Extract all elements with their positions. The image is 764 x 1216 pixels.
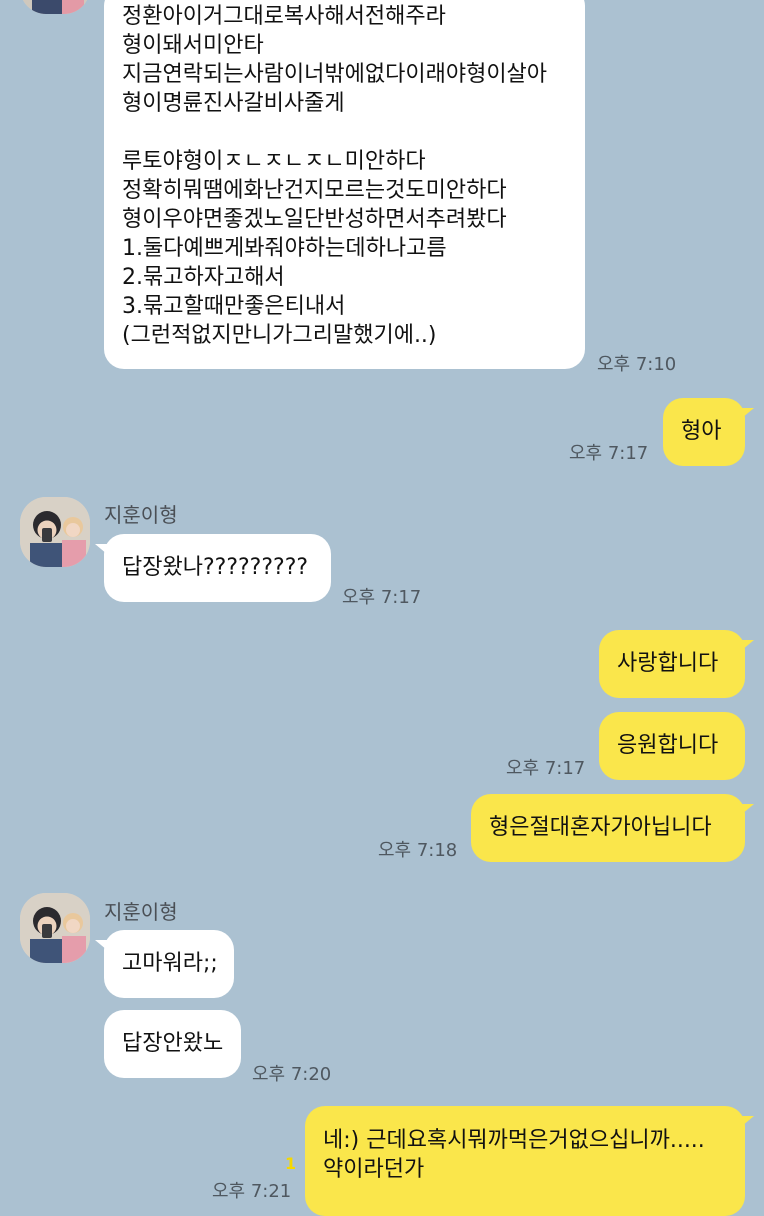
message-bubble[interactable]: 형은절대혼자가아닙니다	[471, 794, 754, 862]
sender-name: 지훈이형	[104, 503, 178, 527]
message-line: 2.묶고하자고해서	[122, 265, 285, 290]
message-time: 오후 7:20	[252, 1064, 332, 1085]
unread-count: 1	[285, 1154, 297, 1173]
message-line: 정환아이거그대로복사해서전해주라	[122, 4, 446, 29]
profile-photo-icon	[20, 497, 90, 567]
profile-photo-icon	[20, 893, 90, 963]
message-line: 3.묶고할때만좋은티내서	[122, 294, 346, 319]
avatar[interactable]	[20, 0, 90, 14]
message-bubble[interactable]: 형아	[663, 398, 754, 466]
sender-avatar[interactable]	[20, 497, 90, 567]
message-time: 오후 7:17	[506, 758, 586, 779]
message-line: (그런적없지만니가그리말했기에..)	[122, 323, 437, 348]
message-bubble[interactable]: 응원합니다	[599, 712, 745, 780]
message-text: 형은절대혼자가아닙니다	[489, 815, 712, 840]
message-bubble[interactable]: 정환아이거그대로복사해서전해주라 형이돼서미안타 지금연락되는사람이너밖에없다이…	[104, 0, 585, 369]
message-text: 응원합니다	[617, 733, 719, 758]
message-bubble[interactable]: 고마워라;;	[95, 930, 234, 998]
message-time: 오후 7:10	[597, 354, 677, 375]
message-line: 약이라던가	[323, 1157, 425, 1182]
message-line: 지금연락되는사람이너밖에없다이래야형이살아	[122, 62, 548, 87]
message-text: 형아	[681, 419, 722, 444]
message-time: 오후 7:17	[342, 587, 422, 608]
message-line: 1.둘다예쁘게봐줘야하는데하나고름	[122, 236, 447, 261]
message-line: 루토야형이ㅈㄴㅈㄴㅈㄴ미안하다	[122, 149, 426, 174]
message-bubble[interactable]: 답장안왔노	[104, 1010, 241, 1078]
message-line: 네:) 근데요혹시뭐까먹은거없으십니까.....	[323, 1128, 705, 1153]
message-bubble[interactable]: 답장왔나?????????	[95, 534, 331, 602]
message-time: 오후 7:21	[212, 1181, 292, 1202]
message-line: 형이우야면좋겠노일단반성하면서추려봤다	[122, 207, 507, 232]
message-line	[122, 118, 567, 147]
profile-photo-icon	[20, 0, 90, 14]
message-text: 사랑합니다	[617, 651, 719, 676]
message-text: 고마워라;;	[122, 951, 218, 976]
message-line: 형이돼서미안타	[122, 33, 264, 58]
message-time: 오후 7:17	[569, 443, 649, 464]
sender-name: 지훈이형	[104, 900, 178, 924]
message-text: 답장왔나?????????	[122, 555, 309, 580]
message-line: 형이명륜진사갈비사줄게	[122, 91, 345, 116]
sender-avatar[interactable]	[20, 893, 90, 963]
message-time: 오후 7:18	[378, 840, 458, 861]
message-line: 정확히뭐땜에화난건지모르는것도미안하다	[122, 178, 507, 203]
message-text: 답장안왔노	[122, 1031, 224, 1056]
message-bubble[interactable]: 사랑합니다	[599, 630, 754, 698]
